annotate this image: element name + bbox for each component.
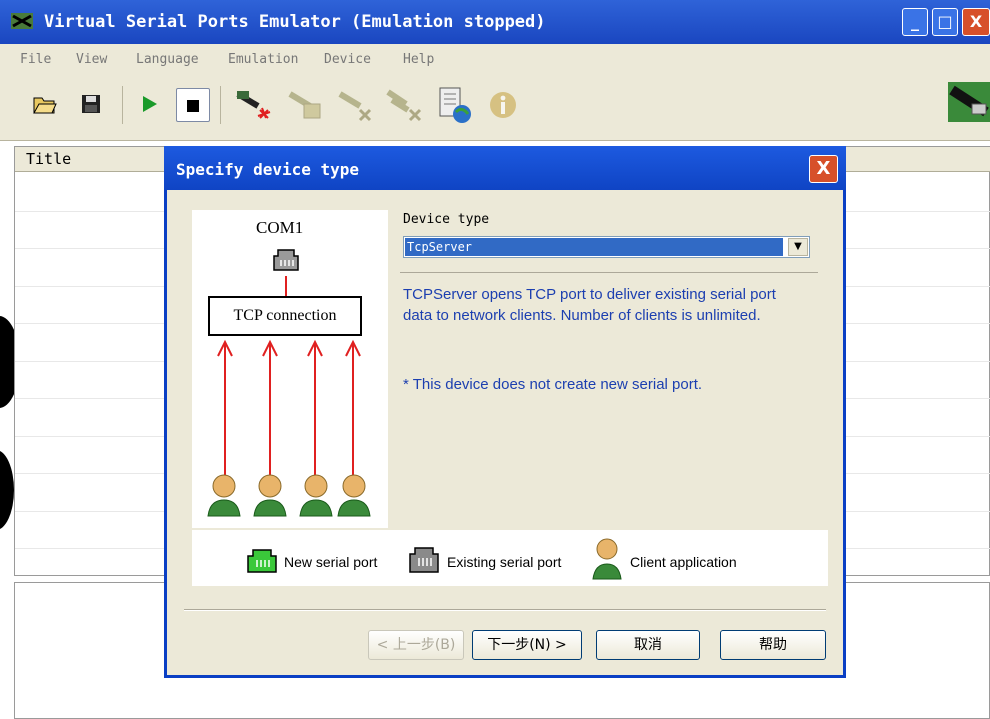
device-type-selected-value[interactable]: TcpServer (405, 238, 783, 256)
device-description: TCPServer opens TCP port to deliver exis… (403, 286, 776, 324)
delete-device-icon[interactable] (336, 88, 374, 124)
delete-all-icon[interactable] (384, 86, 424, 124)
help-button[interactable]: 帮助 (720, 630, 826, 660)
divider (400, 272, 818, 273)
device-note: * This device does not create new serial… (403, 376, 703, 393)
info-window-icon[interactable] (436, 86, 474, 126)
menu-device[interactable]: Device (324, 52, 371, 67)
menu-language[interactable]: Language (136, 52, 199, 67)
decorative-blob (0, 450, 14, 530)
existing-serial-port-icon (409, 547, 439, 573)
new-serial-port-icon (247, 549, 277, 573)
menu-view[interactable]: View (76, 52, 107, 67)
new-device-icon[interactable] (234, 88, 272, 124)
column-header-title[interactable]: Title (26, 150, 71, 168)
divider (184, 609, 826, 611)
back-button[interactable]: < 上一步(B) (368, 630, 464, 660)
serial-cable-icon[interactable] (946, 80, 990, 124)
toolbar-separator (220, 86, 221, 124)
next-button[interactable]: 下一步(N) > (472, 630, 582, 660)
menu-file[interactable]: File (20, 52, 51, 67)
dialog-title: Specify device type (176, 160, 360, 179)
port-link-line (285, 276, 287, 296)
menu-help[interactable]: Help (403, 52, 434, 67)
device-details-panel (388, 210, 828, 530)
chevron-down-icon[interactable]: ▼ (788, 238, 808, 256)
client-arrows (217, 339, 361, 476)
maximize-button[interactable]: □ (932, 8, 958, 36)
legend-existing-serial-port: Existing serial port (447, 554, 562, 570)
cancel-button[interactable]: 取消 (596, 630, 700, 660)
open-icon[interactable] (32, 92, 58, 116)
tcp-connection-box: TCP connection (208, 296, 362, 336)
stop-icon (187, 100, 199, 112)
app-icon (11, 13, 33, 29)
device-type-label: Device type (403, 212, 490, 227)
client-application-icon (299, 474, 333, 517)
minimize-button[interactable]: _ (902, 8, 928, 36)
about-icon[interactable] (488, 90, 518, 120)
close-button[interactable]: X (962, 8, 990, 36)
client-application-icon (207, 474, 241, 517)
legend-new-serial-port: New serial port (284, 554, 378, 570)
toolbar-separator (122, 86, 123, 124)
client-application-icon (337, 474, 371, 517)
legend-client-application: Client application (630, 554, 737, 570)
play-icon[interactable] (140, 94, 160, 114)
window-title: Virtual Serial Ports Emulator (Emulation… (44, 12, 546, 32)
stop-button[interactable] (176, 88, 210, 122)
dialog-close-button[interactable]: X (809, 155, 838, 183)
port-label: COM1 (256, 218, 304, 237)
client-application-icon (253, 474, 287, 517)
save-icon[interactable] (80, 93, 102, 115)
device-properties-icon[interactable] (286, 88, 324, 124)
menu-emulation[interactable]: Emulation (228, 52, 298, 67)
existing-serial-port-icon (273, 249, 299, 271)
client-application-icon (592, 538, 622, 580)
